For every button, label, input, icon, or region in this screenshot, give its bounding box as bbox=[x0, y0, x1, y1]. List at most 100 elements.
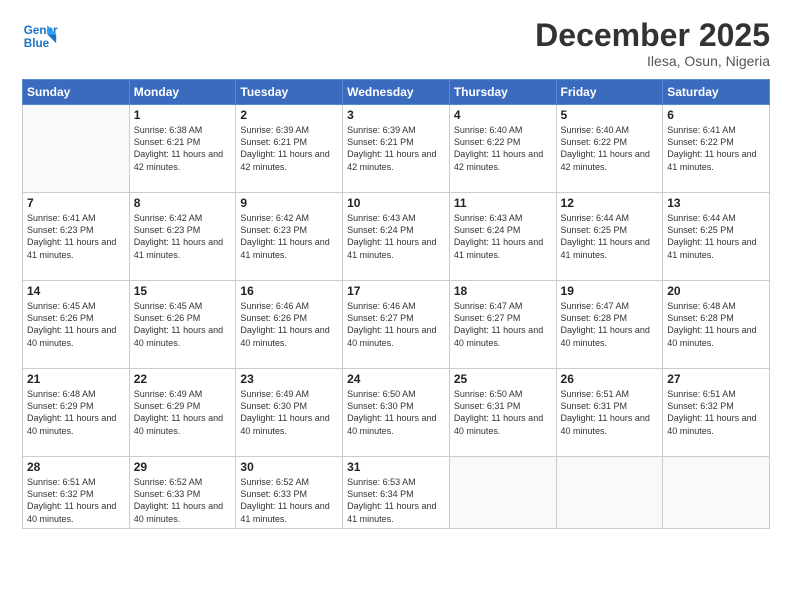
day-number: 19 bbox=[561, 284, 659, 298]
calendar-cell: 26Sunrise: 6:51 AMSunset: 6:31 PMDayligh… bbox=[556, 369, 663, 457]
svg-text:Blue: Blue bbox=[24, 37, 50, 50]
weekday-thursday: Thursday bbox=[449, 80, 556, 105]
calendar-cell: 22 Sunrise: 6:49 AMSunset: 6:29 PMDayligh… bbox=[129, 369, 236, 457]
day-number: 27 bbox=[667, 372, 765, 386]
week-row-4: 21 Sunrise: 6:48 AMSunset: 6:29 PMDayligh… bbox=[23, 369, 770, 457]
calendar-cell: 12Sunrise: 6:44 AMSunset: 6:25 PMDayligh… bbox=[556, 193, 663, 281]
calendar-cell: 21 Sunrise: 6:48 AMSunset: 6:29 PMDayligh… bbox=[23, 369, 130, 457]
location: Ilesa, Osun, Nigeria bbox=[535, 53, 770, 69]
calendar-cell: 11 Sunrise: 6:43 AMSunset: 6:24 PMDayligh… bbox=[449, 193, 556, 281]
day-number: 22 bbox=[134, 372, 232, 386]
cell-sun-info: Sunrise: 6:47 AMSunset: 6:28 PMDaylight:… bbox=[561, 300, 659, 349]
day-number: 4 bbox=[454, 108, 552, 122]
cell-sun-info: Sunrise: 6:49 AMSunset: 6:29 PMDaylight:… bbox=[134, 388, 232, 437]
calendar-table: SundayMondayTuesdayWednesdayThursdayFrid… bbox=[22, 79, 770, 529]
calendar-cell bbox=[23, 105, 130, 193]
header: General Blue December 2025 Ilesa, Osun, … bbox=[22, 18, 770, 69]
cell-sun-info: Sunrise: 6:53 AMSunset: 6:34 PMDaylight:… bbox=[347, 476, 445, 525]
title-area: December 2025 Ilesa, Osun, Nigeria bbox=[535, 18, 770, 69]
cell-sun-info: Sunrise: 6:40 AMSunset: 6:22 PMDaylight:… bbox=[561, 124, 659, 173]
cell-sun-info: Sunrise: 6:42 AMSunset: 6:23 PMDaylight:… bbox=[240, 212, 338, 261]
week-row-5: 28 Sunrise: 6:51 AMSunset: 6:32 PMDayligh… bbox=[23, 457, 770, 529]
cell-sun-info: Sunrise: 6:39 AMSunset: 6:21 PMDaylight:… bbox=[347, 124, 445, 173]
calendar-cell: 20 Sunrise: 6:48 AMSunset: 6:28 PMDayligh… bbox=[663, 281, 770, 369]
calendar-cell: 29Sunrise: 6:52 AMSunset: 6:33 PMDayligh… bbox=[129, 457, 236, 529]
cell-sun-info: Sunrise: 6:51 AMSunset: 6:32 PMDaylight:… bbox=[667, 388, 765, 437]
calendar-cell: 6Sunrise: 6:41 AMSunset: 6:22 PMDaylight… bbox=[663, 105, 770, 193]
cell-sun-info: Sunrise: 6:38 AMSunset: 6:21 PMDaylight:… bbox=[134, 124, 232, 173]
day-number: 8 bbox=[134, 196, 232, 210]
day-number: 31 bbox=[347, 460, 445, 474]
day-number: 24 bbox=[347, 372, 445, 386]
logo-area: General Blue bbox=[22, 18, 62, 54]
weekday-header-row: SundayMondayTuesdayWednesdayThursdayFrid… bbox=[23, 80, 770, 105]
cell-sun-info: Sunrise: 6:44 AMSunset: 6:25 PMDaylight:… bbox=[667, 212, 765, 261]
calendar-cell: 31 Sunrise: 6:53 AMSunset: 6:34 PMDayligh… bbox=[343, 457, 450, 529]
calendar-cell: 3 Sunrise: 6:39 AMSunset: 6:21 PMDaylight… bbox=[343, 105, 450, 193]
calendar-cell: 1 Sunrise: 6:38 AMSunset: 6:21 PMDaylight… bbox=[129, 105, 236, 193]
calendar-cell bbox=[556, 457, 663, 529]
day-number: 15 bbox=[134, 284, 232, 298]
calendar-cell: 23Sunrise: 6:49 AMSunset: 6:30 PMDayligh… bbox=[236, 369, 343, 457]
day-number: 2 bbox=[240, 108, 338, 122]
cell-sun-info: Sunrise: 6:44 AMSunset: 6:25 PMDaylight:… bbox=[561, 212, 659, 261]
day-number: 26 bbox=[561, 372, 659, 386]
calendar-cell: 2 Sunrise: 6:39 AMSunset: 6:21 PMDaylight… bbox=[236, 105, 343, 193]
day-number: 23 bbox=[240, 372, 338, 386]
calendar-cell: 14Sunrise: 6:45 AMSunset: 6:26 PMDayligh… bbox=[23, 281, 130, 369]
day-number: 3 bbox=[347, 108, 445, 122]
calendar-cell: 17Sunrise: 6:46 AMSunset: 6:27 PMDayligh… bbox=[343, 281, 450, 369]
cell-sun-info: Sunrise: 6:47 AMSunset: 6:27 PMDaylight:… bbox=[454, 300, 552, 349]
generalblue-logo-icon: General Blue bbox=[22, 18, 58, 54]
cell-sun-info: Sunrise: 6:40 AMSunset: 6:22 PMDaylight:… bbox=[454, 124, 552, 173]
calendar-cell: 15 Sunrise: 6:45 AMSunset: 6:26 PMDayligh… bbox=[129, 281, 236, 369]
day-number: 25 bbox=[454, 372, 552, 386]
cell-sun-info: Sunrise: 6:52 AMSunset: 6:33 PMDaylight:… bbox=[134, 476, 232, 525]
cell-sun-info: Sunrise: 6:48 AMSunset: 6:29 PMDaylight:… bbox=[27, 388, 125, 437]
day-number: 28 bbox=[27, 460, 125, 474]
day-number: 21 bbox=[27, 372, 125, 386]
day-number: 10 bbox=[347, 196, 445, 210]
cell-sun-info: Sunrise: 6:50 AMSunset: 6:31 PMDaylight:… bbox=[454, 388, 552, 437]
day-number: 1 bbox=[134, 108, 232, 122]
cell-sun-info: Sunrise: 6:39 AMSunset: 6:21 PMDaylight:… bbox=[240, 124, 338, 173]
day-number: 5 bbox=[561, 108, 659, 122]
page: General Blue December 2025 Ilesa, Osun, … bbox=[0, 0, 792, 612]
calendar-cell: 19 Sunrise: 6:47 AMSunset: 6:28 PMDayligh… bbox=[556, 281, 663, 369]
weekday-friday: Friday bbox=[556, 80, 663, 105]
weekday-tuesday: Tuesday bbox=[236, 80, 343, 105]
calendar-cell: 8Sunrise: 6:42 AMSunset: 6:23 PMDaylight… bbox=[129, 193, 236, 281]
calendar-cell: 25 Sunrise: 6:50 AMSunset: 6:31 PMDayligh… bbox=[449, 369, 556, 457]
calendar-cell: 13 Sunrise: 6:44 AMSunset: 6:25 PMDayligh… bbox=[663, 193, 770, 281]
cell-sun-info: Sunrise: 6:45 AMSunset: 6:26 PMDaylight:… bbox=[27, 300, 125, 349]
day-number: 13 bbox=[667, 196, 765, 210]
week-row-1: 1 Sunrise: 6:38 AMSunset: 6:21 PMDaylight… bbox=[23, 105, 770, 193]
weekday-monday: Monday bbox=[129, 80, 236, 105]
calendar-cell bbox=[663, 457, 770, 529]
cell-sun-info: Sunrise: 6:51 AMSunset: 6:32 PMDaylight:… bbox=[27, 476, 125, 525]
calendar-cell: 28 Sunrise: 6:51 AMSunset: 6:32 PMDayligh… bbox=[23, 457, 130, 529]
cell-sun-info: Sunrise: 6:41 AMSunset: 6:23 PMDaylight:… bbox=[27, 212, 125, 261]
day-number: 20 bbox=[667, 284, 765, 298]
week-row-2: 7 Sunrise: 6:41 AMSunset: 6:23 PMDaylight… bbox=[23, 193, 770, 281]
calendar-cell: 18Sunrise: 6:47 AMSunset: 6:27 PMDayligh… bbox=[449, 281, 556, 369]
month-title: December 2025 bbox=[535, 18, 770, 53]
cell-sun-info: Sunrise: 6:50 AMSunset: 6:30 PMDaylight:… bbox=[347, 388, 445, 437]
weekday-wednesday: Wednesday bbox=[343, 80, 450, 105]
cell-sun-info: Sunrise: 6:43 AMSunset: 6:24 PMDaylight:… bbox=[454, 212, 552, 261]
day-number: 7 bbox=[27, 196, 125, 210]
day-number: 11 bbox=[454, 196, 552, 210]
calendar-cell: 27 Sunrise: 6:51 AMSunset: 6:32 PMDayligh… bbox=[663, 369, 770, 457]
calendar-cell bbox=[449, 457, 556, 529]
cell-sun-info: Sunrise: 6:43 AMSunset: 6:24 PMDaylight:… bbox=[347, 212, 445, 261]
weekday-sunday: Sunday bbox=[23, 80, 130, 105]
day-number: 16 bbox=[240, 284, 338, 298]
calendar-cell: 24 Sunrise: 6:50 AMSunset: 6:30 PMDayligh… bbox=[343, 369, 450, 457]
cell-sun-info: Sunrise: 6:48 AMSunset: 6:28 PMDaylight:… bbox=[667, 300, 765, 349]
cell-sun-info: Sunrise: 6:46 AMSunset: 6:26 PMDaylight:… bbox=[240, 300, 338, 349]
calendar-cell: 7 Sunrise: 6:41 AMSunset: 6:23 PMDaylight… bbox=[23, 193, 130, 281]
day-number: 17 bbox=[347, 284, 445, 298]
cell-sun-info: Sunrise: 6:45 AMSunset: 6:26 PMDaylight:… bbox=[134, 300, 232, 349]
day-number: 6 bbox=[667, 108, 765, 122]
week-row-3: 14Sunrise: 6:45 AMSunset: 6:26 PMDayligh… bbox=[23, 281, 770, 369]
